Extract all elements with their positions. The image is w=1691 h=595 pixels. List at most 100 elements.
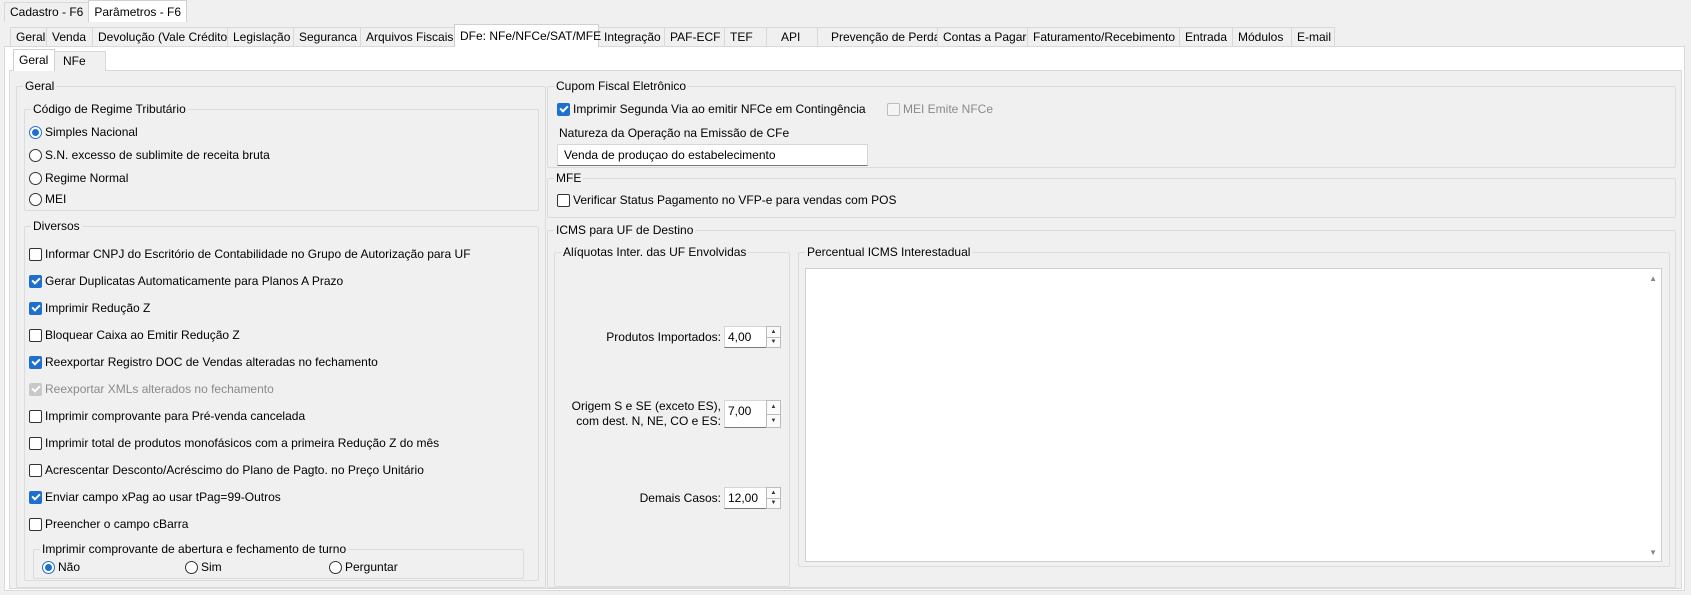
check-bloquear-caixa[interactable]: Bloquear Caixa ao Emitir Redução Z bbox=[29, 326, 240, 344]
demais-casos-spinner[interactable]: 12,00 ▲ ▼ bbox=[724, 487, 781, 509]
checkbox-label: Imprimir comprovante para Pré-venda canc… bbox=[45, 409, 306, 423]
checkbox[interactable] bbox=[29, 436, 42, 450]
checkbox-label: Imprimir Redução Z bbox=[45, 301, 151, 315]
checkbox-label: MEI Emite NFCe bbox=[903, 102, 994, 116]
percentual-grid[interactable]: ▲ ▼ bbox=[805, 268, 1662, 562]
check-preencher-cbarra[interactable]: Preencher o campo cBarra bbox=[29, 515, 188, 533]
spin-down-icon[interactable]: ▼ bbox=[766, 337, 781, 348]
geral-group: Geral Código de Regime Tributário Simple… bbox=[16, 78, 546, 588]
checkbox[interactable] bbox=[557, 102, 570, 116]
demais-casos-label: Demais Casos: bbox=[639, 491, 721, 505]
radio-indicator[interactable] bbox=[42, 560, 55, 574]
origem-label-line1: Origem S e SE (exceto ES), bbox=[571, 399, 721, 413]
tab-modulos[interactable]: Módulos bbox=[1232, 27, 1292, 47]
radio-turno-nao[interactable]: Não bbox=[42, 558, 80, 576]
radio-label: Simples Nacional bbox=[45, 125, 138, 139]
checkbox-label: Enviar campo xPag ao usar tPag=99-Outros bbox=[45, 490, 281, 504]
check-segunda-via[interactable]: Imprimir Segunda Via ao emitir NFCe em C… bbox=[557, 100, 866, 118]
tab-entrada[interactable]: Entrada bbox=[1179, 27, 1233, 47]
tab-arquivos-fiscais[interactable]: Arquivos Fiscais bbox=[360, 27, 455, 47]
radio-sn-excesso[interactable]: S.N. excesso de sublimite de receita bru… bbox=[29, 146, 270, 164]
check-reexportar-doc[interactable]: Reexportar Registro DOC de Vendas altera… bbox=[29, 353, 378, 371]
produtos-importados-input[interactable]: 4,00 bbox=[724, 326, 767, 348]
radio-indicator[interactable] bbox=[185, 560, 198, 574]
spin-up-icon[interactable]: ▲ bbox=[766, 400, 781, 415]
radio-label: MEI bbox=[45, 192, 67, 206]
checkbox[interactable] bbox=[29, 328, 42, 342]
demais-casos-input[interactable]: 12,00 bbox=[724, 487, 767, 509]
checkbox[interactable] bbox=[29, 409, 42, 423]
tab-venda[interactable]: Venda bbox=[46, 27, 93, 47]
checkbox[interactable] bbox=[29, 274, 42, 288]
origem-input[interactable]: 7,00 bbox=[724, 400, 767, 428]
icms-group: ICMS para UF de Destino Alíquotas Inter.… bbox=[547, 222, 1676, 588]
produtos-importados-label: Produtos Importados: bbox=[606, 330, 721, 344]
origem-spinner[interactable]: 7,00 ▲ ▼ bbox=[724, 400, 781, 428]
tab-contas-pagar[interactable]: Contas a Pagar bbox=[937, 27, 1028, 47]
produtos-importados-spinner[interactable]: 4,00 ▲ ▼ bbox=[724, 326, 781, 348]
natureza-input[interactable]: Venda de produçao do estabelecimento bbox=[557, 144, 868, 166]
checkbox[interactable] bbox=[29, 463, 42, 477]
spin-up-icon[interactable]: ▲ bbox=[766, 326, 781, 338]
tab-faturamento[interactable]: Faturamento/Recebimento bbox=[1027, 27, 1180, 47]
checkbox[interactable] bbox=[557, 193, 570, 207]
checkbox[interactable] bbox=[29, 301, 42, 315]
check-imprimir-monofasicos[interactable]: Imprimir total de produtos monofásicos c… bbox=[29, 434, 439, 452]
checkbox[interactable] bbox=[29, 490, 42, 504]
radio-indicator[interactable] bbox=[29, 171, 42, 185]
tab-api[interactable]: API bbox=[766, 27, 818, 47]
radio-mei[interactable]: MEI bbox=[29, 190, 66, 208]
check-imprimir-reducao-z[interactable]: Imprimir Redução Z bbox=[29, 299, 150, 317]
tab-integracao[interactable]: Integração bbox=[598, 27, 665, 47]
scroll-up-icon[interactable]: ▲ bbox=[1649, 274, 1657, 283]
sub-tabstrip: Geral NFe bbox=[13, 49, 106, 71]
percentual-group-title: Percentual ICMS Interestadual bbox=[805, 244, 973, 260]
check-enviar-xpag[interactable]: Enviar campo xPag ao usar tPag=99-Outros bbox=[29, 488, 281, 506]
tab-dfe[interactable]: DFe: NFe/NFCe/SAT/MFE bbox=[454, 24, 601, 47]
radio-indicator[interactable] bbox=[29, 192, 42, 206]
spin-down-icon[interactable]: ▼ bbox=[766, 414, 781, 428]
tab-email[interactable]: E-mail bbox=[1291, 27, 1335, 47]
origem-label-line2: com dest. N, NE, CO e ES: bbox=[576, 414, 721, 428]
radio-indicator[interactable] bbox=[329, 560, 342, 574]
cupom-group-title: Cupom Fiscal Eletrônico bbox=[554, 78, 689, 94]
radio-label: Sim bbox=[201, 560, 222, 574]
check-gerar-duplicatas[interactable]: Gerar Duplicatas Automaticamente para Pl… bbox=[29, 272, 343, 290]
mfe-group-title: MFE bbox=[554, 170, 584, 186]
checkbox[interactable] bbox=[29, 355, 42, 369]
radio-turno-sim[interactable]: Sim bbox=[185, 558, 222, 576]
checkbox[interactable] bbox=[29, 517, 42, 531]
subtab-geral[interactable]: Geral bbox=[13, 49, 55, 71]
checkbox-label: Bloquear Caixa ao Emitir Redução Z bbox=[45, 328, 240, 342]
tab-paf-ecf[interactable]: PAF-ECF bbox=[664, 27, 725, 47]
scroll-down-icon[interactable]: ▼ bbox=[1649, 548, 1657, 557]
checkbox-label: Preencher o campo cBarra bbox=[45, 517, 189, 531]
radio-turno-perguntar[interactable]: Perguntar bbox=[329, 558, 398, 576]
tab-cadastro[interactable]: Cadastro - F6 bbox=[4, 2, 90, 22]
diversos-group-title: Diversos bbox=[31, 218, 82, 234]
check-imprimir-pre-venda[interactable]: Imprimir comprovante para Pré-venda canc… bbox=[29, 407, 305, 425]
aliquotas-group-title: Alíquotas Inter. das UF Envolvidas bbox=[561, 244, 749, 260]
tab-seguranca[interactable]: Seguranca bbox=[293, 27, 361, 47]
tab-prevencao-perdas[interactable]: Prevenção de Perdas bbox=[817, 27, 946, 47]
radio-simples-nacional[interactable]: Simples Nacional bbox=[29, 123, 138, 141]
spin-down-icon[interactable]: ▼ bbox=[766, 498, 781, 509]
radio-regime-normal[interactable]: Regime Normal bbox=[29, 169, 128, 187]
check-acrescentar-desconto[interactable]: Acrescentar Desconto/Acréscimo do Plano … bbox=[29, 461, 424, 479]
check-mei-emite-nfce: MEI Emite NFCe bbox=[887, 100, 993, 118]
tab-parametros[interactable]: Parâmetros - F6 bbox=[88, 0, 188, 22]
radio-indicator[interactable] bbox=[29, 148, 42, 162]
spin-up-icon[interactable]: ▲ bbox=[766, 487, 781, 499]
radio-indicator[interactable] bbox=[29, 125, 42, 139]
tab-devolucao[interactable]: Devolução (Vale Crédito) bbox=[92, 27, 231, 47]
checkbox[interactable] bbox=[29, 247, 42, 261]
checkbox bbox=[29, 382, 42, 396]
radio-label: Não bbox=[58, 560, 81, 574]
check-verificar-status[interactable]: Verificar Status Pagamento no VFP-e para… bbox=[557, 191, 897, 209]
percentual-group: Percentual ICMS Interestadual ▲ ▼ bbox=[798, 244, 1670, 567]
check-informar-cnpj[interactable]: Informar CNPJ do Escritório de Contabili… bbox=[29, 245, 471, 263]
tab-legislacao[interactable]: Legislação bbox=[227, 27, 294, 47]
tab-geral[interactable]: Geral bbox=[10, 27, 47, 47]
subtab-nfe[interactable]: NFe bbox=[54, 51, 106, 71]
tab-tef[interactable]: TEF bbox=[724, 27, 767, 47]
